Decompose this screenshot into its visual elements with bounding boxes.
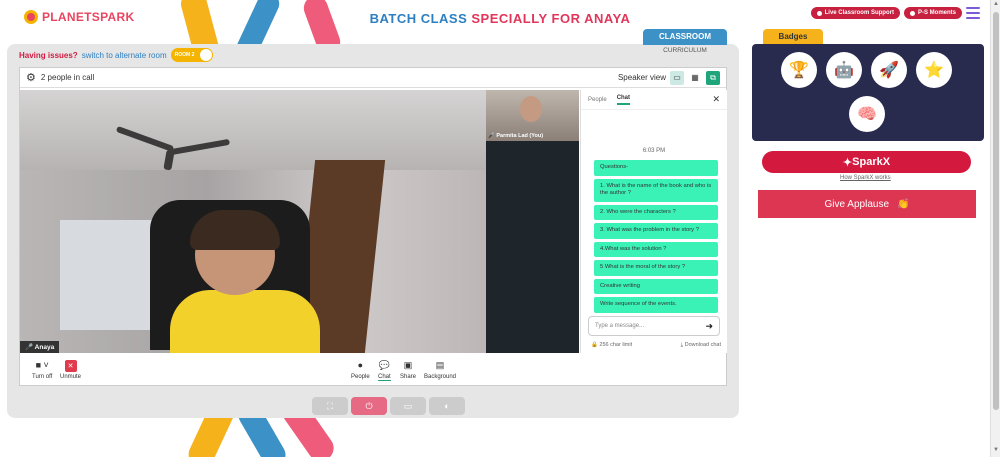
palette-icon[interactable]: ◐: [429, 397, 465, 415]
moments-label: P-S Moments: [917, 10, 956, 16]
clapping-hands-icon: 👏: [897, 198, 910, 210]
fullscreen-icon[interactable]: ⛶: [312, 397, 348, 415]
live-support-button[interactable]: Live Classroom Support: [810, 7, 900, 19]
bottom-toolbar: ⛶ ⏻ ▭ ◐: [312, 397, 465, 415]
side-video-panel: 🎤 Parmita Lad (You): [486, 90, 579, 353]
self-participant-name: 🎤 Parmita Lad (You): [488, 133, 544, 139]
share-button[interactable]: ▣ Share: [400, 360, 416, 380]
chat-message: Write sequence of the events.: [594, 297, 718, 313]
scroll-up-icon[interactable]: ▲: [993, 1, 999, 7]
alternate-room-link[interactable]: switch to alternate room: [82, 51, 167, 60]
mic-off-icon: ✕: [64, 360, 77, 372]
speaker-view-icon[interactable]: ▭: [670, 70, 684, 85]
people-icon: ●: [357, 360, 364, 370]
tab-classroom[interactable]: CLASSROOM: [643, 29, 727, 45]
scrollbar-thumb[interactable]: [993, 12, 999, 410]
self-video-thumbnail[interactable]: 🎤 Parmita Lad (You): [486, 90, 579, 141]
sparkx-label: SparkX: [852, 156, 891, 168]
background-label: Background: [424, 374, 457, 380]
unmute-label: Unmute: [60, 374, 82, 380]
main-video-feed: 🎤 Anaya: [20, 90, 486, 353]
chat-footer: 🔒 256 char limit ⤓ Download chat: [591, 342, 721, 349]
room-toggle[interactable]: ROOM 2: [170, 48, 213, 62]
badges-panel: 🏆 🤖 🚀 ⭐ 🧠: [752, 44, 984, 141]
char-limit: 🔒 256 char limit: [591, 342, 633, 348]
classroom-tabs: CLASSROOM CURRICULUM: [643, 29, 727, 54]
view-label: Speaker view: [617, 73, 666, 82]
tab-people[interactable]: People: [588, 97, 607, 103]
chat-panel: People Chat ✕ 6:03 PM Questions- 1. What …: [580, 90, 727, 353]
planetspark-logo[interactable]: PLANETSPARK: [24, 10, 134, 24]
chat-button[interactable]: 💬 Chat: [378, 360, 391, 381]
chat-message: Creative writing: [594, 278, 718, 295]
chat-message: 3. What was the problem in the story ?: [594, 223, 718, 239]
people-label: People: [351, 374, 370, 380]
rocket-badge-icon[interactable]: 🚀: [871, 52, 907, 88]
title-part-2: SPECIALLY FOR ANAYA: [471, 11, 631, 26]
issue-text: Having issues?: [19, 50, 78, 60]
people-count: 2 people in call: [40, 73, 95, 82]
close-icon[interactable]: ✕: [712, 94, 720, 105]
main-participant-name: 🎤 Anaya: [20, 341, 60, 353]
share-label: Share: [400, 374, 417, 380]
applause-label: Give Applause: [824, 198, 890, 210]
video-camera-icon: ■ ˅: [35, 360, 49, 370]
call-controls: ■ ˅ Turn off ✕ Unmute ● People 💬 Chat ▣ …: [20, 353, 728, 387]
moments-dot-icon: [909, 10, 915, 16]
logo-mark-icon: [24, 10, 38, 24]
chat-label: Chat: [378, 373, 391, 381]
turn-off-video-button[interactable]: ■ ˅ Turn off: [32, 360, 52, 380]
chat-input[interactable]: Type a message... ➜: [588, 316, 720, 336]
view-controls: Speaker view ▭ ▦ ⧉: [617, 70, 720, 85]
robot-badge-icon[interactable]: 🤖: [826, 52, 862, 88]
screen-icon[interactable]: ▭: [390, 397, 426, 415]
sparkx-help-link[interactable]: How SparkX works: [840, 175, 891, 181]
toggle-knob: [199, 49, 212, 61]
moments-button[interactable]: P-S Moments: [903, 7, 962, 19]
chat-message: Questions-: [594, 160, 718, 176]
chat-timestamp: 6:03 PM: [642, 148, 666, 154]
trophy-badge-icon[interactable]: 🏆: [781, 52, 817, 88]
share-screen-icon: ▣: [403, 360, 413, 370]
give-applause-button[interactable]: Give Applause 👏: [758, 190, 976, 218]
hamburger-menu-icon[interactable]: [966, 7, 980, 19]
background-icon: ▤: [435, 360, 445, 370]
room-toggle-label: ROOM 2: [174, 52, 195, 58]
page-scrollbar[interactable]: ▲ ▼: [990, 0, 1000, 457]
chat-messages: Questions- 1. What is the name of the boo…: [581, 160, 727, 313]
call-header: ⚙ 2 people in call Speaker view ▭ ▦ ⧉: [20, 68, 726, 88]
title-part-1: BATCH CLASS: [369, 11, 468, 26]
turn-off-label: Turn off: [32, 374, 53, 380]
chat-message: 2. Who were the characters ?: [594, 204, 718, 221]
sparkx-button[interactable]: ✦ SparkX: [762, 151, 971, 173]
pip-view-icon[interactable]: ⧉: [706, 70, 720, 85]
people-button[interactable]: ● People: [351, 360, 370, 380]
badges-title: Badges: [763, 29, 823, 45]
background-button[interactable]: ▤ Background: [424, 360, 456, 380]
tab-chat[interactable]: Chat: [616, 95, 631, 105]
chat-message: 5 What is the moral of the story ?: [594, 260, 718, 276]
brain-badge-icon[interactable]: 🧠: [849, 96, 885, 132]
video-call-window: ⚙ 2 people in call Speaker view ▭ ▦ ⧉ 🎤 …: [19, 67, 727, 386]
chat-tabs: People Chat ✕: [581, 90, 727, 110]
power-icon[interactable]: ⏻: [351, 397, 387, 415]
chat-input-placeholder: Type a message...: [595, 323, 645, 329]
chat-message: 4.What was the solution ?: [594, 241, 718, 258]
live-dot-icon: [816, 10, 822, 16]
tab-curriculum[interactable]: CURRICULUM: [643, 47, 727, 54]
grid-view-icon[interactable]: ▦: [688, 71, 702, 85]
header-actions: Live Classroom Support P-S Moments: [810, 7, 962, 19]
star-badge-icon[interactable]: ⭐: [916, 52, 952, 88]
send-icon[interactable]: ➜: [705, 321, 713, 332]
live-support-label: Live Classroom Support: [824, 10, 894, 16]
chat-message: 1. What is the name of the book and who …: [594, 178, 718, 202]
chat-bubble-icon: 💬: [378, 359, 390, 370]
gear-icon[interactable]: ⚙: [26, 71, 36, 84]
scroll-down-icon[interactable]: ▼: [993, 447, 999, 453]
ceiling-fan: [115, 125, 235, 171]
logo-text: PLANETSPARK: [42, 10, 135, 24]
unmute-button[interactable]: ✕ Unmute: [60, 360, 81, 380]
issue-banner: Having issues? switch to alternate room …: [19, 48, 213, 62]
download-chat-link[interactable]: ⤓ Download chat: [681, 342, 721, 349]
